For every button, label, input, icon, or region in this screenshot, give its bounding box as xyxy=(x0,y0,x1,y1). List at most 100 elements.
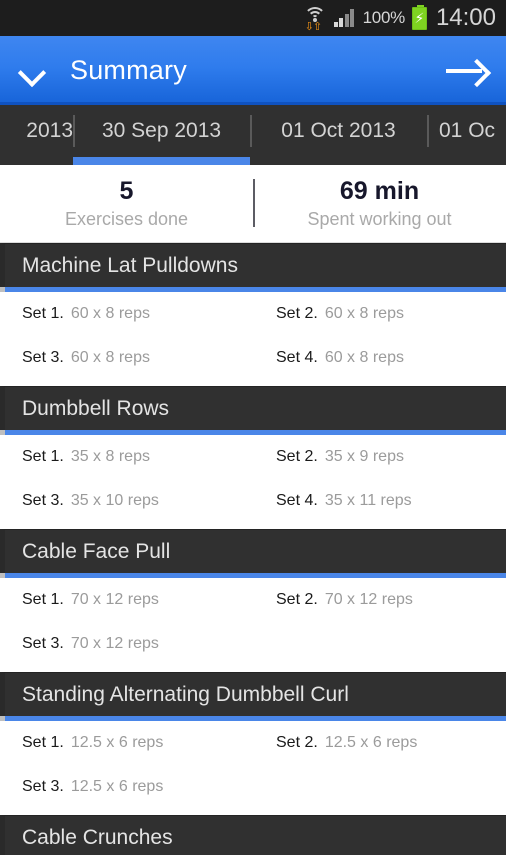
set-detail: 60 x 8 reps xyxy=(70,349,150,366)
set-cell: Set 3. 12.5 x 6 reps xyxy=(5,778,259,796)
date-tab-label: 01 Oct 2013 xyxy=(281,119,396,142)
stats-divider xyxy=(253,179,255,227)
set-detail: 60 x 8 reps xyxy=(324,349,404,366)
set-row: Set 1. 35 x 8 reps Set 2. 35 x 9 reps xyxy=(5,435,506,479)
set-detail: 60 x 8 reps xyxy=(324,305,404,322)
set-cell: Set 3. 60 x 8 reps xyxy=(5,349,259,367)
set-detail: 12.5 x 6 reps xyxy=(324,734,418,751)
set-detail: 35 x 10 reps xyxy=(70,492,159,509)
exercise-sets: Set 1. 12.5 x 6 reps Set 2. 12.5 x 6 rep… xyxy=(0,721,506,815)
exercise-header[interactable]: Machine Lat Pulldowns xyxy=(0,243,506,287)
exercise-header[interactable]: Standing Alternating Dumbbell Curl xyxy=(0,672,506,716)
exercise-sets: Set 1. 35 x 8 reps Set 2. 35 x 9 reps Se… xyxy=(0,435,506,529)
set-cell: Set 2. 60 x 8 reps xyxy=(259,305,506,323)
set-detail: 70 x 12 reps xyxy=(70,591,159,608)
battery-percent-label: 100% xyxy=(362,8,406,27)
set-number: Set 3. xyxy=(22,349,64,366)
set-cell: Set 3. 70 x 12 reps xyxy=(5,635,259,653)
set-number: Set 2. xyxy=(276,734,318,751)
set-detail: 35 x 8 reps xyxy=(70,448,150,465)
page-title: Summary xyxy=(70,55,187,85)
set-detail: 70 x 12 reps xyxy=(70,635,159,652)
set-row: Set 3. 35 x 10 reps Set 4. 35 x 11 reps xyxy=(5,479,506,523)
set-number: Set 4. xyxy=(276,349,318,366)
set-detail: 12.5 x 6 reps xyxy=(70,778,164,795)
stat-value: 69 min xyxy=(339,176,420,205)
set-number: Set 3. xyxy=(22,635,64,652)
date-tab-label: 30 Sep 2013 xyxy=(101,119,222,142)
exercise-section[interactable]: Cable Face Pull Set 1. 70 x 12 reps Set … xyxy=(0,529,506,672)
set-row: Set 1. 60 x 8 reps Set 2. 60 x 8 reps xyxy=(5,292,506,336)
set-cell: Set 3. 35 x 10 reps xyxy=(5,492,259,510)
set-number: Set 4. xyxy=(276,492,318,509)
date-tab-01-oct-2013[interactable]: 01 Oct 2013 xyxy=(250,105,427,165)
set-row: Set 1. 70 x 12 reps Set 2. 70 x 12 reps xyxy=(5,578,506,622)
exercise-header[interactable]: Dumbbell Rows xyxy=(0,386,506,430)
set-cell: Set 2. 35 x 9 reps xyxy=(259,448,506,466)
wifi-icon: ⇩⇧ xyxy=(303,7,327,33)
set-detail: 12.5 x 6 reps xyxy=(70,734,164,751)
exercise-section[interactable]: Cable Crunches xyxy=(0,815,506,855)
date-tab-prev-partial[interactable]: 2013 xyxy=(0,105,73,165)
active-tab-indicator xyxy=(73,157,250,165)
exercise-header[interactable]: Cable Crunches xyxy=(0,815,506,855)
wifi-transfer-icon: ⇩⇧ xyxy=(304,20,322,33)
stat-value: 5 xyxy=(119,176,134,205)
app-bar: Summary xyxy=(0,36,506,105)
set-row: Set 1. 12.5 x 6 reps Set 2. 12.5 x 6 rep… xyxy=(5,721,506,765)
set-row: Set 3. 60 x 8 reps Set 4. 60 x 8 reps xyxy=(5,336,506,380)
exercise-sets: Set 1. 60 x 8 reps Set 2. 60 x 8 reps Se… xyxy=(0,292,506,386)
arrow-right-icon[interactable] xyxy=(446,56,490,86)
set-number: Set 1. xyxy=(22,734,64,751)
set-number: Set 1. xyxy=(22,448,64,465)
set-number: Set 2. xyxy=(276,448,318,465)
set-number: Set 2. xyxy=(276,591,318,608)
exercise-title: Cable Crunches xyxy=(22,825,173,849)
stat-label: Exercises done xyxy=(64,208,189,229)
exercise-section[interactable]: Machine Lat Pulldowns Set 1. 60 x 8 reps… xyxy=(0,243,506,386)
date-tab-30-sep-2013[interactable]: 30 Sep 2013 xyxy=(73,105,250,165)
exercise-sets: Set 1. 70 x 12 reps Set 2. 70 x 12 reps xyxy=(0,578,506,672)
app-screen: ⇩⇧ 100% ⚡ 14:00 Summary 2013 30 Sep 2013… xyxy=(0,0,506,855)
stat-exercises-done: 5 Exercises done xyxy=(0,177,253,231)
exercise-list: Machine Lat Pulldowns Set 1. 60 x 8 reps… xyxy=(0,243,506,855)
set-detail: 35 x 11 reps xyxy=(324,492,412,509)
set-cell: Set 1. 60 x 8 reps xyxy=(5,305,259,323)
set-number: Set 1. xyxy=(22,591,64,608)
cell-signal-icon xyxy=(333,9,356,27)
exercise-header[interactable]: Cable Face Pull xyxy=(0,529,506,573)
set-cell: Set 4. 35 x 11 reps xyxy=(259,492,506,510)
set-number: Set 3. xyxy=(22,778,64,795)
date-tab-next-partial[interactable]: 01 Oc xyxy=(427,105,506,165)
exercise-title: Dumbbell Rows xyxy=(22,396,170,420)
date-tab-label: 2013 xyxy=(26,119,73,142)
exercise-title: Cable Face Pull xyxy=(22,539,171,563)
set-number: Set 2. xyxy=(276,305,318,322)
set-cell: Set 4. 60 x 8 reps xyxy=(259,349,506,367)
set-cell: Set 1. 12.5 x 6 reps xyxy=(5,734,259,752)
set-cell: Set 2. 12.5 x 6 reps xyxy=(259,734,506,752)
chevron-down-icon[interactable] xyxy=(18,56,48,86)
stat-time-spent: 69 min Spent working out xyxy=(253,177,506,231)
status-clock: 14:00 xyxy=(435,4,496,31)
set-row: Set 3. 12.5 x 6 reps xyxy=(5,765,506,809)
date-tab-strip[interactable]: 2013 30 Sep 2013 01 Oct 2013 01 Oc xyxy=(0,105,506,165)
exercise-section[interactable]: Standing Alternating Dumbbell Curl Set 1… xyxy=(0,672,506,815)
set-row: Set 3. 70 x 12 reps xyxy=(5,622,506,666)
summary-stats: 5 Exercises done 69 min Spent working ou… xyxy=(0,165,506,243)
stat-label: Spent working out xyxy=(307,208,452,229)
exercise-section[interactable]: Dumbbell Rows Set 1. 35 x 8 reps Set 2. … xyxy=(0,386,506,529)
set-detail: 70 x 12 reps xyxy=(324,591,413,608)
battery-charging-icon: ⚡ xyxy=(411,4,427,30)
exercise-title: Machine Lat Pulldowns xyxy=(22,253,238,277)
exercise-title: Standing Alternating Dumbbell Curl xyxy=(22,682,349,706)
set-detail: 35 x 9 reps xyxy=(324,448,404,465)
set-number: Set 3. xyxy=(22,492,64,509)
set-cell: Set 1. 35 x 8 reps xyxy=(5,448,259,466)
set-cell: Set 2. 70 x 12 reps xyxy=(259,591,506,609)
status-bar: ⇩⇧ 100% ⚡ 14:00 xyxy=(0,0,506,36)
date-tab-label: 01 Oc xyxy=(439,119,496,142)
set-detail: 60 x 8 reps xyxy=(70,305,150,322)
set-number: Set 1. xyxy=(22,305,64,322)
set-cell: Set 1. 70 x 12 reps xyxy=(5,591,259,609)
